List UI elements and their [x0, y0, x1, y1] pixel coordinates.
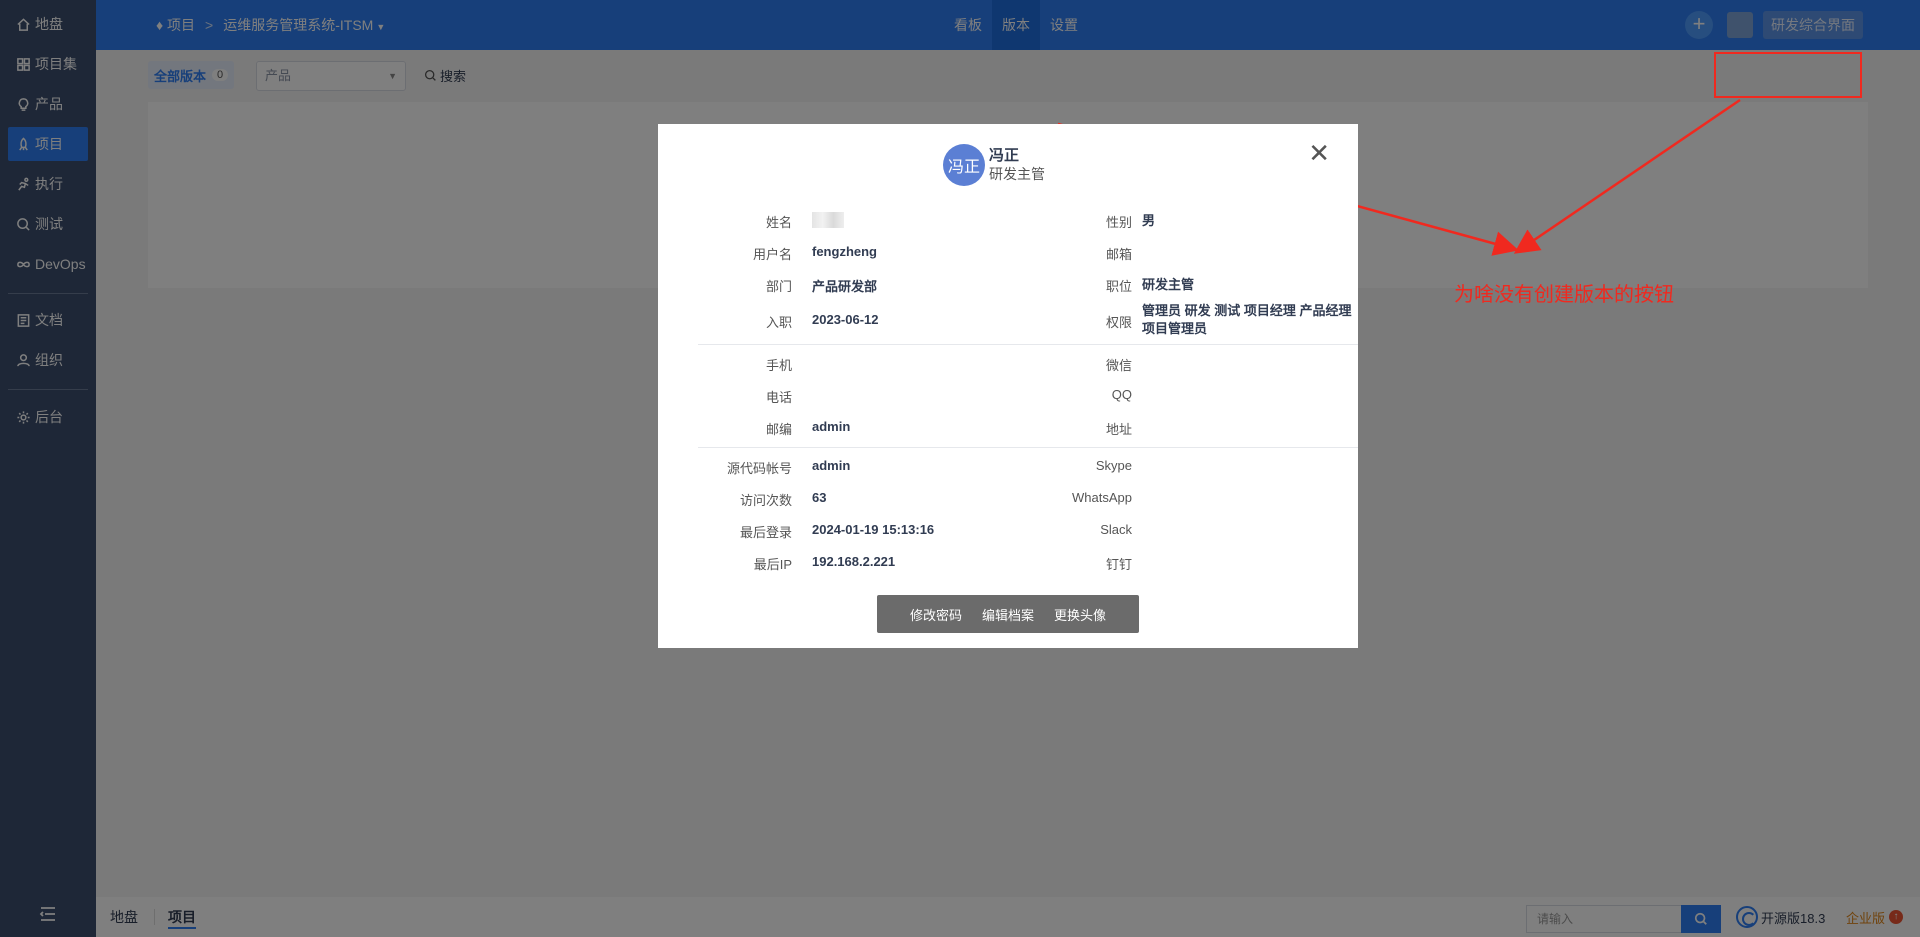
info-label: 手机: [765, 358, 792, 373]
info-label: 姓名: [765, 215, 792, 230]
info-label: 电话: [765, 390, 792, 405]
info-label: 钉钉: [1105, 557, 1132, 572]
info-row: 最后IP 192.168.2.221 钉钉: [698, 546, 1358, 578]
annotation-text: 为啥没有创建版本的按钮: [1454, 284, 1674, 306]
info-row: 邮编 admin 地址: [698, 411, 1358, 443]
info-label: 性别: [1105, 215, 1132, 230]
avatar: 冯正: [943, 144, 985, 186]
info-row: 姓名 性别 男: [698, 204, 1358, 236]
info-label: 权限: [1105, 315, 1132, 330]
profile-name: 冯正: [989, 147, 1020, 164]
info-row: 用户名 fengzheng 邮箱: [698, 236, 1358, 268]
info-label: QQ: [1111, 387, 1132, 402]
profile-role: 研发主管: [989, 166, 1045, 182]
edit-profile-button[interactable]: 编辑档案: [972, 605, 1044, 624]
info-value: fengzheng: [812, 244, 877, 259]
info-label: 最后IP: [753, 557, 792, 572]
user-profile-modal: ✕ 冯正 冯正 研发主管 姓名 性别 男 用户名 fengzheng 邮箱 部门…: [658, 124, 1358, 648]
info-value: 192.168.2.221: [812, 554, 896, 569]
divider: [698, 344, 1358, 345]
info-value-name-blurred: [812, 212, 844, 231]
profile-header: 冯正 冯正 研发主管: [943, 144, 1045, 186]
info-label: 地址: [1105, 422, 1132, 437]
info-value: 男: [1142, 213, 1156, 228]
info-label: 邮编: [765, 422, 792, 437]
profile-action-group: 修改密码 编辑档案 更换头像: [877, 595, 1139, 633]
info-label: 最后登录: [739, 525, 792, 540]
info-label: 源代码帐号: [726, 461, 792, 476]
info-value: 管理员 研发 测试 项目经理 产品经理 项目管理员: [1142, 303, 1352, 336]
info-row: 最后登录 2024-01-19 15:13:16 Slack: [698, 514, 1358, 546]
info-value: admin: [812, 458, 851, 473]
change-avatar-button[interactable]: 更换头像: [1044, 605, 1116, 624]
change-password-button[interactable]: 修改密码: [900, 605, 972, 624]
info-row: 手机 微信: [698, 347, 1358, 379]
info-row: 访问次数 63 WhatsApp: [698, 482, 1358, 514]
close-icon[interactable]: ✕: [1308, 138, 1330, 169]
info-label: 邮箱: [1105, 247, 1132, 262]
info-label: 用户名: [752, 247, 792, 262]
info-label: 职位: [1105, 279, 1132, 294]
info-row: 源代码帐号 admin Skype: [698, 450, 1358, 482]
info-value: 研发主管: [1142, 277, 1195, 292]
info-value: 2023-06-12: [812, 312, 879, 327]
info-label: WhatsApp: [1072, 490, 1132, 505]
info-label: 部门: [765, 279, 792, 294]
info-label: 入职: [765, 315, 792, 330]
info-value: 产品研发部: [812, 279, 878, 294]
info-label: Skype: [1095, 458, 1132, 473]
info-value: 2024-01-19 15:13:16: [812, 522, 935, 537]
info-value: admin: [812, 419, 851, 434]
info-label: 微信: [1105, 358, 1132, 373]
info-row: 电话 QQ: [698, 379, 1358, 411]
info-label: Slack: [1100, 522, 1132, 537]
info-label: 访问次数: [739, 493, 792, 508]
profile-info-table: 姓名 性别 男 用户名 fengzheng 邮箱 部门 产品研发部 职位 研发主…: [698, 204, 1358, 578]
info-value: 63: [812, 490, 827, 505]
info-row: 部门 产品研发部 职位 研发主管: [698, 268, 1358, 300]
info-row: 入职 2023-06-12 权限 管理员 研发 测试 项目经理 产品经理 项目管…: [698, 300, 1358, 340]
annotation-highlight-box: [1714, 52, 1862, 98]
divider: [698, 447, 1358, 448]
